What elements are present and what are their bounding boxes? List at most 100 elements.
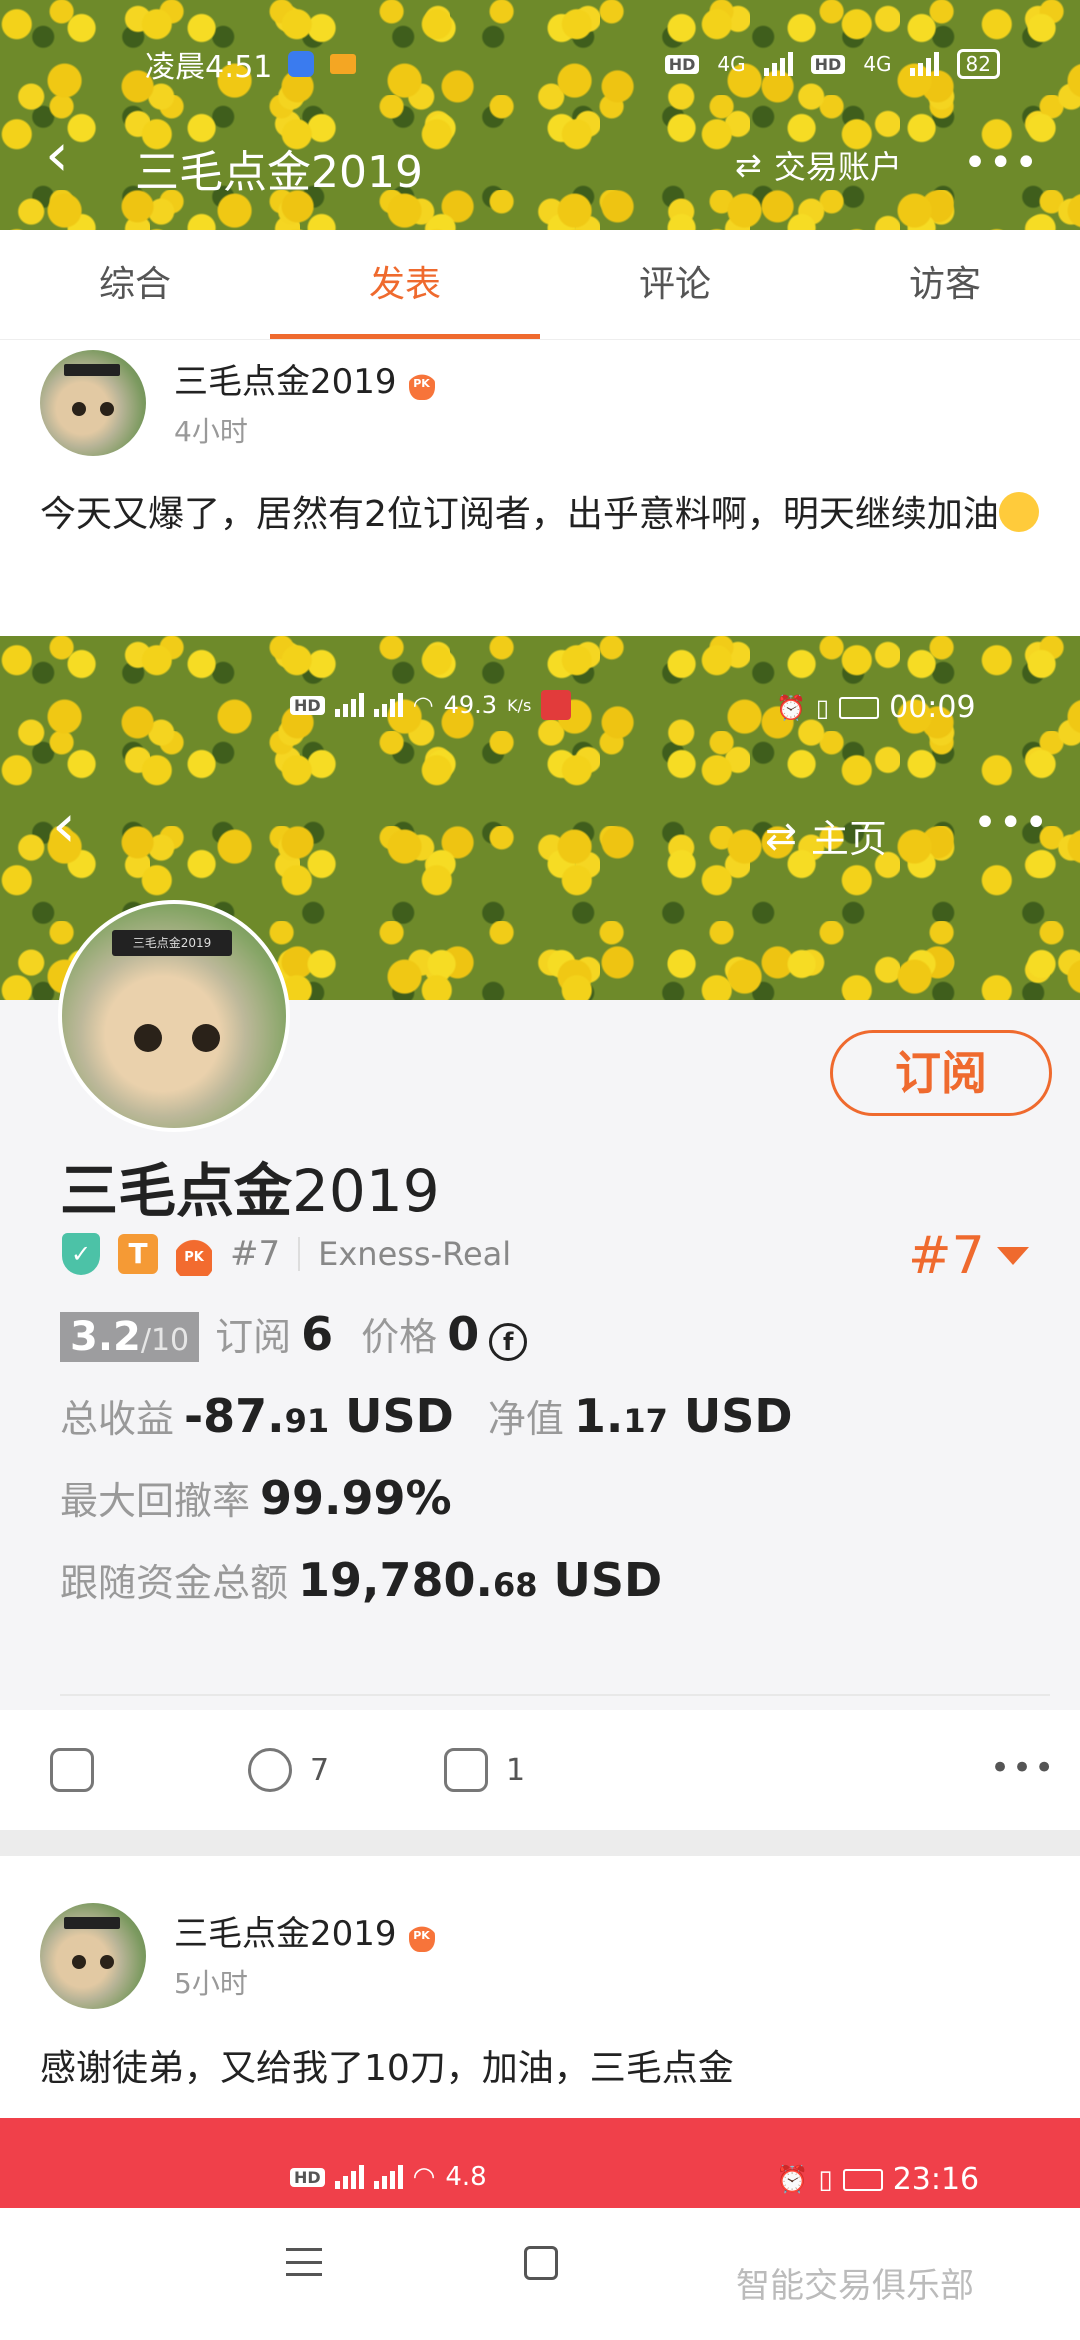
more-menu-icon[interactable]: ••• xyxy=(963,143,1040,183)
home-label: 主页 xyxy=(810,817,887,861)
avatar[interactable] xyxy=(40,350,146,456)
signal-icon-2 xyxy=(373,693,403,717)
network-type-2: 4G xyxy=(863,52,892,76)
signal-icon xyxy=(334,693,364,717)
max-drawdown-label: 最大回撤率 xyxy=(60,1479,251,1523)
score-badge: 3.2/10 xyxy=(60,1312,200,1362)
post-text: 感谢徒弟，又给我了10刀，加油，三毛点金 xyxy=(40,2048,734,2089)
score-row: 3.2/10 订阅 6 价格 0 f xyxy=(60,1306,528,1362)
network-speed: 4.8 xyxy=(445,2162,487,2192)
trading-account-button[interactable]: ⇄ 交易账户 xyxy=(735,142,902,188)
like-count: 1 xyxy=(506,1752,526,1788)
page-title: 三毛点金2019 xyxy=(135,147,423,198)
battery-icon xyxy=(842,2168,883,2191)
embedded-status-right: ⏰ ▯ 00:09 xyxy=(776,690,976,725)
profile-avatar: 三毛点金2019 xyxy=(58,900,290,1132)
embedded-time: 23:16 xyxy=(892,2162,980,2197)
tab-bar: 综合 发表 评论 访客 xyxy=(0,230,1080,340)
avatar[interactable] xyxy=(40,1903,146,2009)
hd-indicator-2: HD xyxy=(810,54,846,74)
hd-indicator: HD xyxy=(290,695,325,715)
net-value: 1.17 USD xyxy=(573,1389,793,1443)
post-image[interactable]: HD ◠ 49.3 K/s ⏰ ▯ 00:09 ‹ ⇄ 主页 ••• 三毛点金2… xyxy=(0,636,1080,1710)
pk-fire-icon: PK xyxy=(408,367,435,400)
subscribe-count-label: 订阅 xyxy=(215,1315,292,1359)
status-bar-right: HD 4G HD 4G 82 xyxy=(664,44,1000,84)
status-time: 凌晨4:51 xyxy=(145,50,273,85)
divider xyxy=(298,1237,301,1271)
post-action-bar: 7 1 ••• xyxy=(0,1712,1080,1828)
post-text: 今天又爆了，居然有2位订阅者，出乎意料啊，明天继续加油 xyxy=(40,486,1040,544)
swap-icon: ⇄ xyxy=(735,146,762,184)
alarm-icon: ⏰ xyxy=(776,693,806,722)
rank-small: #7 xyxy=(230,1234,281,1274)
divider xyxy=(60,1694,1050,1696)
post-text-body: 今天又爆了，居然有2位订阅者，出乎意料啊，明天继续加油 xyxy=(40,494,999,535)
tab-posts[interactable]: 发表 xyxy=(270,230,540,339)
thumbs-up-icon xyxy=(444,1748,488,1792)
network-speed-unit: K/s xyxy=(507,695,532,715)
total-profit-label: 总收益 xyxy=(60,1397,175,1441)
system-nav-bar: 智能交易俱乐部 xyxy=(0,2208,1080,2340)
wifi-icon: ◠ xyxy=(412,691,434,719)
menu-icon[interactable] xyxy=(286,2248,322,2276)
home-icon[interactable] xyxy=(524,2246,558,2280)
follow-funds-value: 19,780.68 USD xyxy=(298,1553,663,1607)
post-author[interactable]: 三毛点金2019 PK xyxy=(174,1906,435,1955)
signal-icon-2 xyxy=(373,2165,403,2189)
tab-overview[interactable]: 综合 xyxy=(0,230,270,339)
home-button: ⇄ 主页 xyxy=(765,808,887,863)
back-arrow-icon[interactable]: ‹ xyxy=(45,125,85,190)
follow-funds-row: 跟随资金总额 19,780.68 USD xyxy=(60,1552,662,1607)
comment-icon xyxy=(248,1748,292,1792)
post-author-name: 三毛点金2019 xyxy=(174,362,397,402)
embedded-time: 00:09 xyxy=(889,690,976,725)
mail-notification-icon xyxy=(330,54,357,74)
watermark: 智能交易俱乐部 xyxy=(736,2266,974,2306)
tab-comments[interactable]: 评论 xyxy=(540,230,810,339)
caret-down-icon xyxy=(996,1247,1029,1265)
network-speed: 49.3 xyxy=(443,691,498,719)
profile-name: 三毛点金2019 xyxy=(60,1144,440,1228)
smile-emoji-icon xyxy=(998,492,1039,532)
comment-button[interactable]: 7 xyxy=(248,1748,329,1792)
app-notification-icon xyxy=(288,51,315,77)
signal-icon xyxy=(763,52,793,76)
share-button[interactable] xyxy=(50,1748,94,1792)
battery-icon xyxy=(839,696,880,719)
signal-icon xyxy=(334,2165,364,2189)
price-value: 0 xyxy=(447,1307,480,1361)
price-label: 价格 xyxy=(361,1315,438,1359)
max-drawdown-value: 99.99% xyxy=(260,1471,452,1525)
share-icon xyxy=(50,1748,94,1792)
post-more-icon[interactable]: ••• xyxy=(990,1748,1056,1788)
signal-icon-2 xyxy=(909,52,939,76)
tab-visitors[interactable]: 访客 xyxy=(810,230,1080,339)
post-author[interactable]: 三毛点金2019 PK xyxy=(174,354,435,403)
hd-indicator: HD xyxy=(664,54,700,74)
comment-count: 7 xyxy=(310,1752,330,1788)
section-divider xyxy=(0,1830,1080,1856)
verified-shield-icon: ✓ xyxy=(62,1233,100,1275)
more-menu-icon: ••• xyxy=(973,800,1050,846)
back-arrow-icon: ‹ xyxy=(52,791,76,861)
pk-fire-icon: PK xyxy=(176,1232,212,1276)
t-badge-icon: T xyxy=(118,1234,158,1274)
rank-dropdown: #7 xyxy=(908,1226,1029,1286)
rank-big: #7 xyxy=(908,1226,985,1286)
trading-account-label: 交易账户 xyxy=(773,148,902,186)
alarm-icon: ⏰ xyxy=(776,2164,809,2195)
subscribe-count: 6 xyxy=(301,1307,334,1361)
post-image[interactable]: HD ◠ 4.8 ⏰ ▯ 23:16 xyxy=(0,2118,1080,2208)
embedded-status-left: HD ◠ 4.8 xyxy=(290,2162,487,2192)
status-bar-left: 凌晨4:51 xyxy=(145,44,357,85)
vibrate-icon: ▯ xyxy=(815,693,830,722)
embedded-status-left: HD ◠ 49.3 K/s xyxy=(290,690,572,720)
post-time: 5小时 xyxy=(174,1967,248,2000)
battery-icon: 82 xyxy=(956,49,1000,79)
home-app-icon xyxy=(541,690,572,720)
like-button[interactable]: 1 xyxy=(444,1748,525,1792)
wifi-icon: ◠ xyxy=(412,2162,436,2192)
profile-badges: ✓ T PK #7 Exness-Real xyxy=(62,1232,511,1276)
post-author-name: 三毛点金2019 xyxy=(174,1914,397,1954)
